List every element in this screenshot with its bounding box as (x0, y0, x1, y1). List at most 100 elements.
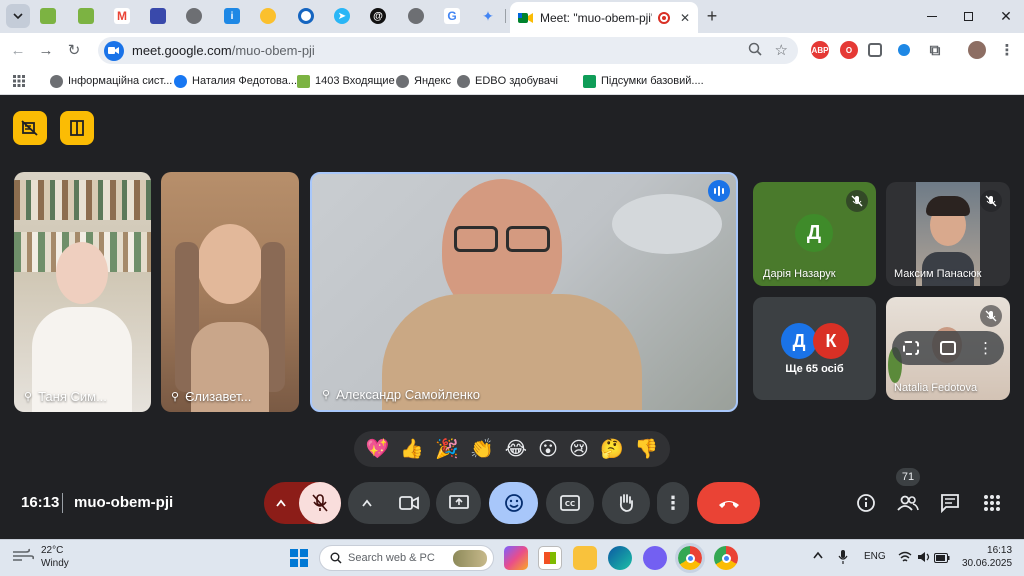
bookmark-2[interactable]: Наталия Федотова... (174, 72, 297, 90)
copilot-icon[interactable] (504, 546, 528, 570)
back-button[interactable]: ← (6, 38, 30, 62)
chat-button[interactable] (935, 488, 965, 518)
bookmark-label: 1403 Входящие (315, 75, 395, 87)
reaction-surprised[interactable]: 😮 (538, 440, 558, 459)
tab-google[interactable]: G (440, 4, 464, 28)
chevron-up-icon[interactable] (362, 494, 372, 512)
reload-button[interactable]: ↻ (62, 38, 86, 62)
chevron-up-icon[interactable] (276, 496, 286, 510)
site-info-icon[interactable] (104, 40, 124, 61)
extensions-puzzle-icon[interactable]: ⧉ (926, 41, 944, 59)
tab-search-button[interactable] (6, 4, 30, 28)
forward-button[interactable]: → (34, 38, 58, 62)
reaction-laugh[interactable]: 😂 (505, 440, 527, 459)
self-tile[interactable]: ⋮ Natalia Fedotova (886, 297, 1010, 400)
tray-overflow-icon[interactable] (813, 550, 823, 562)
address-bar[interactable]: meet.google.com/muo-obem-pji ☆ (98, 37, 798, 64)
captions-off-button[interactable] (13, 111, 47, 145)
raise-hand-button[interactable] (602, 482, 650, 524)
chrome-icon[interactable] (675, 543, 705, 573)
extension-dot-icon[interactable] (898, 44, 910, 56)
file-explorer-icon[interactable] (573, 546, 597, 570)
others-tile[interactable]: Д К Ще 65 осіб (753, 297, 876, 400)
bookmark-1[interactable]: Інформаційна сист... (50, 72, 172, 90)
zoom-icon[interactable] (748, 42, 762, 59)
tab-calendar[interactable] (146, 4, 170, 28)
microphone-tray-icon[interactable] (838, 549, 848, 570)
opera-icon[interactable]: O (840, 41, 858, 59)
new-tab-button[interactable]: + (700, 4, 724, 28)
calendar-icon (150, 8, 166, 24)
meeting-details-button[interactable] (851, 488, 881, 518)
edge-icon[interactable] (608, 546, 632, 570)
bookmark-star-icon[interactable]: ☆ (775, 41, 788, 59)
leave-call-button[interactable] (697, 482, 760, 524)
chrome-profile-icon[interactable] (714, 546, 738, 570)
participant-tile-1[interactable]: ⚲ Таня Сим... (14, 172, 151, 412)
people-button[interactable]: 71 (893, 468, 923, 518)
captions-button[interactable]: CC (546, 482, 594, 524)
close-window-button[interactable]: ✕ (988, 4, 1024, 28)
reaction-party[interactable]: 🎉 (435, 440, 459, 459)
system-time: 16:13 (987, 545, 1013, 556)
present-button[interactable] (436, 482, 481, 524)
tab-pinned-2[interactable] (74, 4, 98, 28)
battery-icon[interactable] (934, 550, 950, 568)
apps-grid-icon[interactable] (12, 72, 26, 90)
participant-tile-daria[interactable]: Д Дарія Назарук (753, 182, 876, 286)
add-image-icon[interactable] (940, 341, 957, 355)
volume-icon[interactable] (917, 550, 931, 568)
participant-tile-maksym[interactable]: Максим Панасюк (886, 182, 1010, 286)
frame-icon[interactable] (902, 341, 919, 355)
store-icon[interactable] (538, 546, 562, 570)
activities-button[interactable] (977, 488, 1007, 518)
tab-globe-1[interactable] (182, 4, 206, 28)
adblock-icon[interactable]: ABP (811, 41, 829, 59)
profile-avatar[interactable] (968, 41, 986, 59)
minimize-button[interactable] (914, 4, 950, 28)
tab-meet-active[interactable]: Meet: "muo-obem-pji" ✕ (510, 2, 698, 33)
tab-weather[interactable] (256, 4, 280, 28)
participant-tile-main[interactable]: ⚲ Александр Самойленко (310, 172, 738, 412)
start-button[interactable] (287, 546, 311, 570)
others-count: Ще 65 осіб (785, 363, 844, 375)
more-options-button[interactable]: ⋮ (657, 482, 689, 524)
taskbar-search[interactable]: Search web & PC (319, 545, 494, 571)
reaction-clap[interactable]: 👏 (470, 440, 494, 459)
bookmark-3[interactable]: 1403 Входящие (297, 72, 395, 90)
bookmark-6[interactable]: Підсумки базовий.... (583, 72, 704, 90)
tab-telegram[interactable]: ➤ (330, 4, 354, 28)
weather-widget[interactable] (12, 548, 35, 567)
screenshot-icon[interactable] (868, 43, 882, 57)
tab-pinned-1[interactable] (36, 4, 60, 28)
wifi-icon[interactable] (898, 550, 912, 568)
menu-kebab-icon[interactable]: ⋮ (998, 41, 1016, 59)
viber-icon[interactable] (643, 546, 667, 570)
participant-tile-2[interactable]: ⚲ Єлизавет... (161, 172, 299, 412)
reaction-sad[interactable]: 😢 (569, 440, 589, 459)
tab-globe-2[interactable] (404, 4, 428, 28)
windows-icon (290, 549, 308, 567)
camera-button[interactable] (388, 482, 430, 524)
mic-off-button[interactable] (299, 482, 341, 524)
layout-button[interactable] (60, 111, 94, 145)
tab-threads[interactable]: @ (366, 4, 390, 28)
gemini-icon: ✦ (482, 7, 494, 24)
input-language[interactable]: ENG (864, 551, 886, 562)
tab-info[interactable]: i (220, 4, 244, 28)
more-options-icon[interactable]: ⋮ (978, 339, 993, 357)
reaction-thinking[interactable]: 🤔 (600, 440, 624, 459)
bookmark-4[interactable]: Яндекс (396, 72, 451, 90)
system-clock[interactable]: 16:13 30.06.2025 (962, 544, 1012, 570)
tab-gemini[interactable]: ✦ (476, 4, 500, 28)
bookmark-5[interactable]: EDBO здобувачі (457, 72, 558, 90)
reactions-button[interactable] (489, 482, 538, 524)
reaction-thumbs-up[interactable]: 👍 (400, 440, 424, 459)
restore-button[interactable] (950, 4, 986, 28)
reaction-thumbs-down[interactable]: 👎 (635, 440, 659, 459)
bookmark-label: Наталия Федотова... (192, 75, 297, 87)
tab-gmail[interactable]: M (110, 4, 134, 28)
reaction-sparkling-heart[interactable]: 💖 (366, 440, 390, 459)
tab-target[interactable] (294, 4, 318, 28)
close-tab-icon[interactable]: ✕ (680, 11, 690, 25)
